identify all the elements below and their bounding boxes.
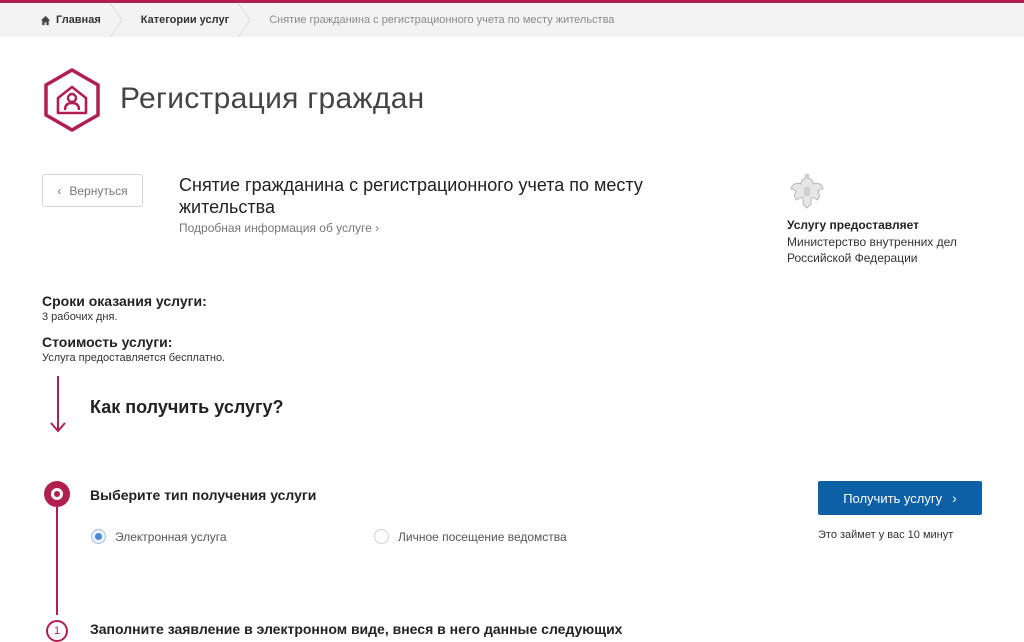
coat-of-arms-icon bbox=[790, 173, 824, 209]
cost-value: Услуга предоставляется бесплатно. bbox=[42, 352, 226, 364]
breadcrumb-category[interactable]: Категории услуг bbox=[123, 3, 251, 37]
provider-name: Министерство внутренних дел Российской Ф… bbox=[787, 235, 957, 265]
step-number-badge: 1 bbox=[46, 620, 68, 642]
breadcrumb-home-label: Главная bbox=[56, 14, 101, 26]
radio-visit-label: Личное посещение ведомства bbox=[398, 529, 567, 544]
arrow-down-icon bbox=[50, 376, 66, 433]
how-to-get-title: Как получить услугу? bbox=[90, 397, 284, 417]
service-title: Снятие гражданина с регистрационного уче… bbox=[179, 175, 643, 217]
term-value: 3 рабочих дня. bbox=[42, 311, 118, 323]
provider-label: Услугу предоставляет bbox=[787, 218, 920, 232]
chevron-right-icon: › bbox=[952, 490, 957, 506]
steps-connector-line bbox=[56, 507, 58, 615]
breadcrumb-separator bbox=[237, 3, 251, 37]
radio-electronic-label: Электронная услуга bbox=[115, 529, 227, 544]
radio-personal-visit[interactable]: Личное посещение ведомства bbox=[374, 529, 567, 544]
step-select-type-title: Выберите тип получения услуги bbox=[90, 487, 317, 503]
breadcrumb-current: Снятие гражданина с регистрационного уче… bbox=[269, 14, 615, 26]
breadcrumb-home[interactable]: Главная bbox=[0, 3, 123, 37]
page-title: Регистрация граждан bbox=[120, 82, 425, 115]
breadcrumb-separator bbox=[109, 3, 123, 37]
breadcrumb: Главная Категории услуг Снятие гражданин… bbox=[0, 3, 1024, 37]
back-button[interactable]: ‹ Вернуться bbox=[42, 174, 143, 207]
back-button-label: Вернуться bbox=[69, 183, 128, 198]
get-service-button[interactable]: Получить услугу › bbox=[818, 481, 982, 515]
radio-electronic-service[interactable]: Электронная услуга bbox=[91, 529, 227, 544]
get-service-label: Получить услугу bbox=[843, 490, 943, 506]
radio-unchecked-icon bbox=[374, 529, 389, 544]
house-person-icon bbox=[44, 68, 100, 132]
service-details-link[interactable]: Подробная информация об услуге › bbox=[179, 221, 379, 235]
home-icon bbox=[40, 15, 51, 25]
chevron-left-icon: ‹ bbox=[57, 183, 62, 198]
term-heading: Сроки оказания услуги: bbox=[42, 293, 207, 309]
service-details-label: Подробная информация об услуге bbox=[179, 221, 372, 235]
step-active-marker bbox=[44, 481, 70, 507]
cost-heading: Стоимость услуги: bbox=[42, 334, 173, 350]
radio-checked-icon bbox=[91, 529, 106, 544]
chevron-right-icon: › bbox=[375, 221, 380, 235]
step-marker-dot bbox=[54, 491, 60, 497]
time-estimate: Это займет у вас 10 минут bbox=[818, 529, 954, 541]
breadcrumb-category-label: Категории услуг bbox=[140, 14, 230, 26]
step-fill-form-title: Заполните заявление в электронном виде, … bbox=[90, 621, 623, 637]
